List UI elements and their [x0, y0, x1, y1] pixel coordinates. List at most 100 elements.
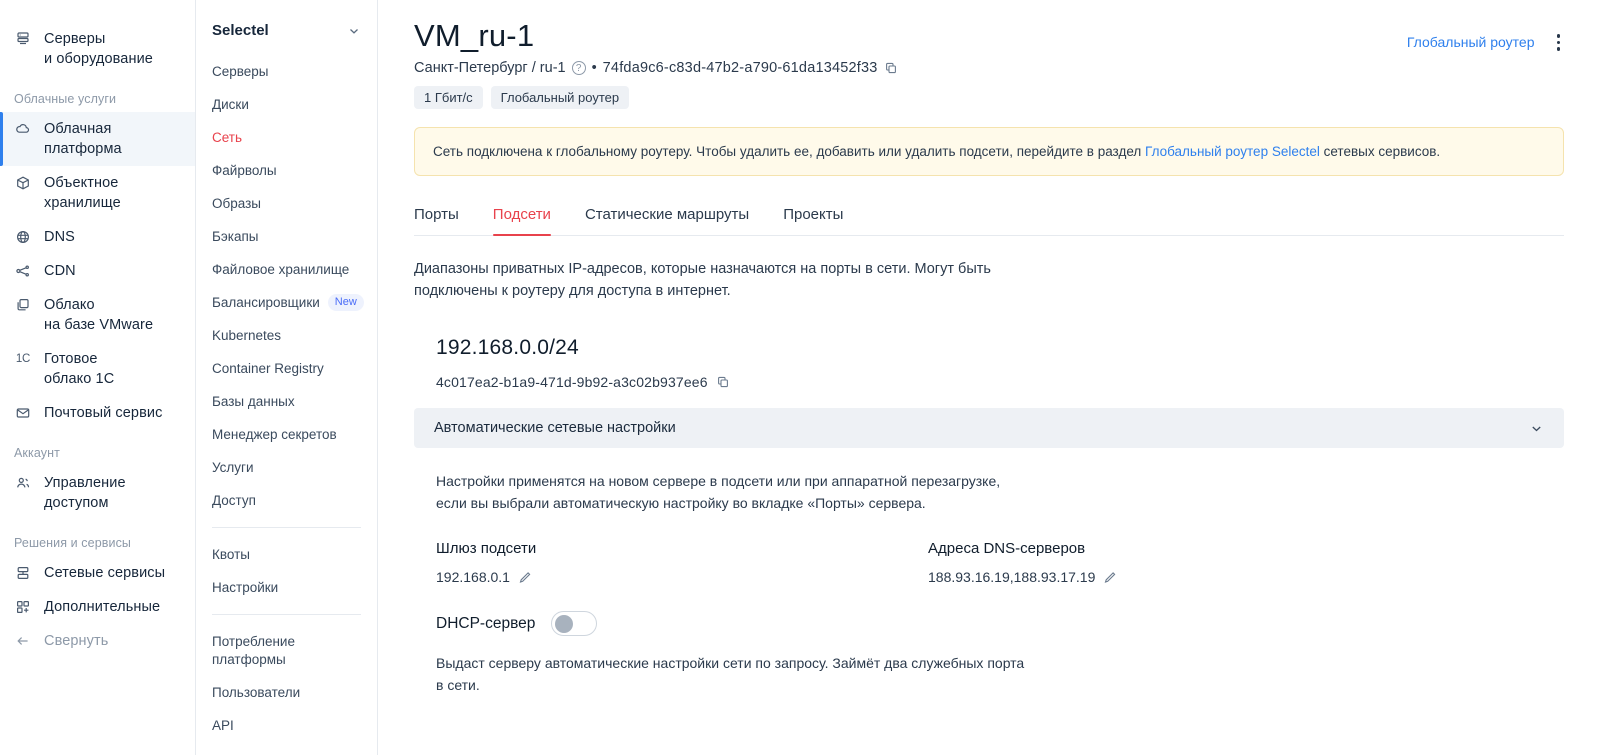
help-icon[interactable]: ?	[571, 61, 586, 75]
sidebar-item-servers[interactable]: Серверы и оборудование	[0, 22, 195, 76]
product-item-balancers[interactable]: Балансировщики New	[196, 286, 377, 319]
product-item-label: Образы	[212, 195, 261, 211]
project-name: Selectel	[212, 22, 269, 39]
tab-subnets[interactable]: Подсети	[492, 206, 552, 236]
dhcp-toggle[interactable]	[551, 611, 598, 636]
tab-bar: Порты Подсети Статические маршруты Проек…	[414, 206, 1564, 236]
sidebar-item-object-storage[interactable]: Объектное хранилище	[0, 166, 195, 220]
sidebar-item-dns[interactable]: DNS	[0, 220, 195, 254]
product-item-label: Услуги	[212, 459, 254, 475]
page-header: VM_ru-1 Санкт-Петербург / ru-1 ? • 74fda…	[414, 18, 1564, 127]
sidebar-group-cloud-services: Облачные услуги	[14, 92, 117, 106]
product-item-platform-consumption[interactable]: Потребление платформы	[196, 625, 377, 676]
new-badge: New	[327, 294, 364, 311]
cloud-icon	[14, 119, 32, 139]
edit-icon[interactable]	[1103, 570, 1117, 584]
product-item-services[interactable]: Услуги	[196, 451, 377, 484]
copy-icon[interactable]	[716, 375, 730, 389]
product-item-label: Квоты	[212, 546, 250, 562]
product-item-access[interactable]: Доступ	[196, 484, 377, 517]
edit-icon[interactable]	[518, 570, 532, 584]
sidebar-item-mail-service[interactable]: Почтовый сервис	[0, 396, 195, 430]
product-item-secrets-manager[interactable]: Менеджер секретов	[196, 418, 377, 451]
servers-icon	[14, 29, 32, 49]
app-root: Серверы и оборудование Облачные услуги О…	[0, 0, 1600, 755]
sidebar-item-vmware-cloud[interactable]: Облако на базе VMware	[0, 288, 195, 342]
product-item-label: Потребление платформы	[212, 633, 295, 667]
product-sidebar: Selectel Серверы Диски Сеть Файрволы Обр…	[196, 0, 378, 755]
project-switcher[interactable]: Selectel	[196, 22, 377, 39]
network-icon	[14, 563, 32, 583]
product-item-label: API	[212, 717, 234, 733]
subnet-uuid: 4c017ea2-b1a9-471d-9b92-a3c02b937ee6	[436, 374, 708, 390]
dhcp-label: DHCP-сервер	[436, 614, 536, 632]
collapse-title: Автоматические сетевые настройки	[434, 420, 676, 436]
sidebar-group-solutions: Решения и сервисы	[14, 536, 132, 550]
network-uuid: 74fda9c6-c83d-47b2-a790-61da13452f33	[602, 60, 878, 76]
sidebar-item-additional[interactable]: Дополнительные	[0, 590, 195, 624]
product-item-settings[interactable]: Настройки	[196, 571, 377, 604]
tab-ports[interactable]: Порты	[414, 206, 459, 235]
gateway-label: Шлюз подсети	[436, 540, 537, 557]
sidebar-item-label: CDN	[44, 263, 76, 279]
sidebar-item-label: Управление доступом	[44, 475, 126, 511]
global-router-link[interactable]: Глобальный роутер	[1407, 34, 1535, 50]
auto-network-settings-collapse[interactable]: Автоматические сетевые настройки	[414, 408, 1564, 448]
banner-link[interactable]: Глобальный роутер Selectel	[1145, 144, 1320, 159]
product-item-label: Пользователи	[212, 684, 301, 700]
main-content: VM_ru-1 Санкт-Петербург / ru-1 ? • 74fda…	[378, 0, 1600, 755]
dns-value-row: 188.93.16.19,188.93.17.19	[928, 569, 1117, 585]
product-item-network[interactable]: Сеть	[196, 121, 377, 154]
sidebar-item-ready-cloud-1c[interactable]: 1C Готовое облако 1С	[0, 342, 195, 396]
sidebar-item-cdn[interactable]: CDN	[0, 254, 195, 288]
page-subtitle: Санкт-Петербург / ru-1 ? • 74fda9c6-c83d…	[414, 60, 898, 76]
divider	[212, 614, 361, 615]
product-item-databases[interactable]: Базы данных	[196, 385, 377, 418]
product-item-disks[interactable]: Диски	[196, 88, 377, 121]
banner-text-before: Сеть подключена к глобальному роутеру. Ч…	[433, 144, 1146, 159]
dns-label: Адреса DNS-серверов	[928, 540, 1086, 557]
product-item-images[interactable]: Образы	[196, 187, 377, 220]
gateway-field: Шлюз подсети 192.168.0.1	[436, 540, 928, 585]
product-item-users[interactable]: Пользователи	[196, 676, 377, 709]
chevron-down-icon	[1529, 421, 1544, 436]
product-item-firewalls[interactable]: Файрволы	[196, 154, 377, 187]
copy-icon[interactable]	[884, 61, 898, 75]
product-item-kubernetes[interactable]: Kubernetes	[196, 319, 377, 352]
sidebar-item-label: Почтовый сервис	[44, 405, 163, 421]
info-banner: Сеть подключена к глобальному роутеру. Ч…	[414, 127, 1564, 176]
product-item-container-registry[interactable]: Container Registry	[196, 352, 377, 385]
tab-static-routes[interactable]: Статические маршруты	[585, 206, 749, 235]
product-item-backups[interactable]: Бэкапы	[196, 220, 377, 253]
product-item-file-storage[interactable]: Файловое хранилище	[196, 253, 377, 286]
sidebar-item-access-management[interactable]: Управление доступом	[0, 466, 195, 520]
more-options-icon[interactable]	[1553, 32, 1565, 53]
chip-bandwidth: 1 Гбит/с	[414, 86, 483, 109]
mail-icon	[14, 403, 32, 423]
sidebar-item-cloud-platform[interactable]: Облачная платформа	[0, 112, 195, 166]
arrow-left-icon	[14, 631, 32, 651]
product-item-quotas[interactable]: Квоты	[196, 538, 377, 571]
sidebar-item-network-services[interactable]: Сетевые сервисы	[0, 556, 195, 590]
dhcp-row: DHCP-сервер	[436, 611, 1564, 636]
subnets-description: Диапазоны приватных IP-адресов, которые …	[414, 261, 991, 299]
divider	[212, 527, 361, 528]
product-item-api[interactable]: API	[196, 709, 377, 742]
page-header-left: VM_ru-1 Санкт-Петербург / ru-1 ? • 74fda…	[414, 18, 898, 127]
copy-stack-icon	[14, 295, 32, 315]
subnet-uuid-row: 4c017ea2-b1a9-471d-9b92-a3c02b937ee6	[436, 374, 1564, 390]
settings-note: Настройки применятся на новом сервере в …	[436, 473, 1001, 511]
banner-text-after: сетевых сервисов.	[1319, 144, 1441, 159]
sidebar-collapse-button[interactable]: Свернуть	[0, 624, 195, 658]
dns-value: 188.93.16.19,188.93.17.19	[928, 569, 1096, 585]
share-icon	[14, 261, 32, 281]
product-item-label: Настройки	[212, 579, 279, 595]
settings-fields: Шлюз подсети 192.168.0.1 Адреса DNS-серв…	[436, 540, 1564, 585]
sidebar-item-label: Свернуть	[44, 633, 109, 649]
tab-projects[interactable]: Проекты	[783, 206, 843, 235]
one-c-icon: 1C	[15, 353, 31, 365]
product-item-label: Балансировщики	[212, 294, 320, 310]
sidebar-item-label: Облако на базе VMware	[44, 297, 154, 333]
product-item-label: Базы данных	[212, 393, 295, 409]
product-item-servers[interactable]: Серверы	[196, 55, 377, 88]
